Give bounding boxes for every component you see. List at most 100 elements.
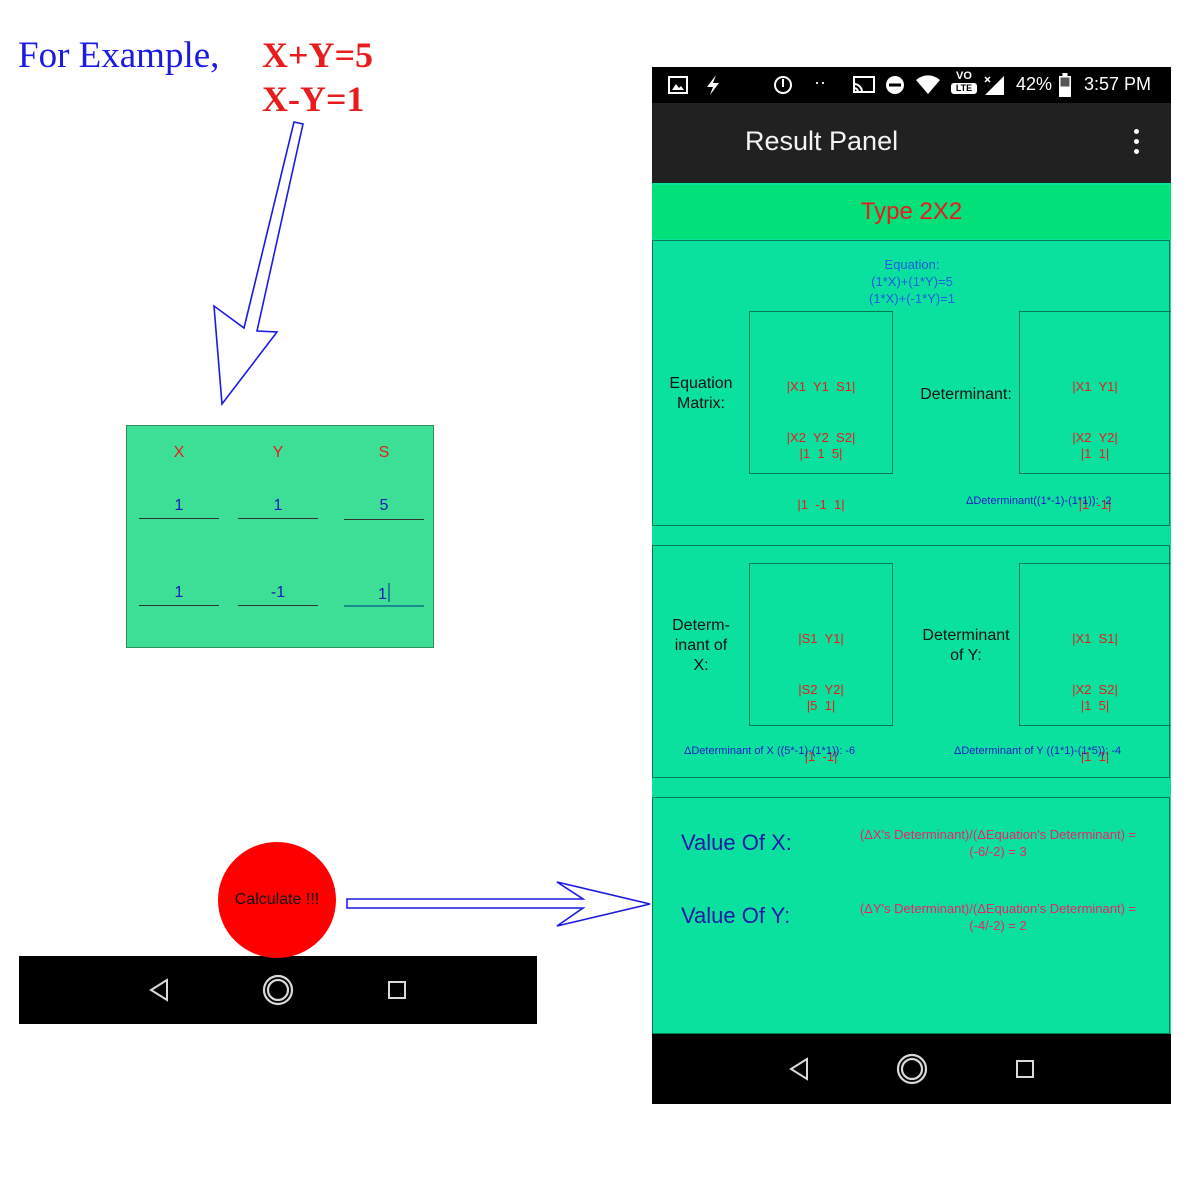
type-label: Type 2X2 [860,198,963,225]
recents-icon [388,981,407,999]
back-button[interactable] [142,973,176,1007]
input-x1-underline [139,518,219,519]
input-x2[interactable]: 1 [139,584,219,602]
determinant-y-values: |1 5| |1 1| [1020,663,1170,799]
column-header-s: S [378,444,390,461]
cell-signal-icon [984,76,1004,95]
input-s1-underline [344,519,424,520]
back-icon [148,978,168,1002]
determinant-y-value-row-1: |1 5| [1080,698,1110,713]
determinant-x-label-line-3: X: [693,657,709,674]
column-header-x: X [173,444,185,461]
overflow-menu-button[interactable] [1132,129,1140,157]
value-x-formula-line-2: (-6/-2) = 3 [969,844,1027,859]
text-cursor [387,583,390,602]
determinant-x-label: Determ- inant of X: [661,616,741,676]
values-panel: Value Of X: (ΔX's Determinant)/(ΔEquatio… [652,797,1170,1034]
determinant-label: Determinant: [920,386,1012,403]
equation-matrix-label: Equation Matrix: [661,374,741,414]
determinant-x-values: |5 1| |1 -1| [750,663,892,799]
determinant-x-label-line-2: inant of [674,637,728,654]
app-title: Result Panel [745,126,899,156]
right-arrow-icon [346,881,651,927]
input-y1-underline [238,518,318,519]
determinant-value-row-1: |1 1| [1080,446,1110,461]
result-phone-screen: ·· VO LTE 42% 3:57 PM Result Panel Type … [652,67,1171,1104]
equation-matrix-values: |1 1 5| |1 -1 1| [750,411,892,547]
determinant-x-value-row-1: |5 1| [806,698,836,713]
type-band: Type 2X2 [652,185,1171,239]
phone-back-icon [788,1057,808,1081]
determinant-x-label-line-1: Determ- [672,617,730,634]
phone-home-button[interactable] [895,1052,929,1086]
more-notifications-icon: ·· [814,72,826,92]
equation-matrix-label-line-1: Equation [669,375,733,392]
volte-top-text: VO [956,70,972,82]
input-s1[interactable]: 5 [344,497,424,515]
value-x-label: Value Of X: [681,830,792,855]
determinant-symbol-row-1: |X1 Y1| [1072,379,1118,394]
equation-matrix-value-row-1: |1 1 5| [799,446,843,461]
determinant-box: |X1 Y1| |X2 Y2| |1 1| |1 -1| [1019,311,1171,512]
value-y-label: Value Of Y: [681,903,791,928]
phone-back-button[interactable] [782,1052,816,1086]
flash-icon [707,75,719,95]
equation-line-2: (1*X)+(-1*Y)=1 [869,291,955,306]
equation-title: Equation: [884,257,940,272]
equation-matrix-symbol-row-1: |X1 Y1 S1| [786,379,856,394]
determinant-x-result: ΔDeterminant of X ((5*-1)-(1*1)): -6 [684,745,856,757]
home-button[interactable] [261,973,295,1007]
volte-icon: VO LTE [951,70,977,94]
determinant-xy-panel: Determ- inant of X: |S1 Y1| |S2 Y2| |5 1… [652,545,1171,778]
determinant-y-label: Determinant of Y: [911,626,1021,666]
equation-matrix-label-line-2: Matrix: [677,395,725,412]
calculate-button[interactable]: Calculate !!! [218,842,336,958]
input-s2-field[interactable]: 1 [344,583,424,604]
battery-icon [1059,73,1071,97]
phone-home-icon [896,1053,927,1085]
cast-icon [853,76,875,93]
determinant-y-label-line-2: of Y: [950,647,982,664]
navigation-bar [19,956,537,1024]
input-x1[interactable]: 1 [139,497,219,515]
recents-button[interactable] [380,973,414,1007]
column-header-y: Y [272,444,284,461]
input-s2: 1 [378,586,387,603]
input-s2-underline-active [344,605,424,607]
wifi-icon [916,75,940,94]
value-x-formula-line-1: (ΔX's Determinant)/(ΔEquation's Determin… [859,827,1137,842]
status-time: 3:57 PM [1084,74,1152,94]
determinant-result: ΔDeterminant((1*-1)-(1*1)): -2 [966,495,1112,507]
status-bar: ·· VO LTE 42% 3:57 PM [652,67,1171,103]
input-y2-underline [238,605,318,606]
determinant-y-label-line-1: Determinant [922,627,1010,644]
phone-navigation-bar [652,1034,1171,1104]
down-arrow-icon [213,121,304,407]
volte-bottom-text: LTE [951,83,977,94]
do-not-disturb-icon [886,76,904,94]
determinant-values: |1 1| |1 -1| [1020,411,1170,547]
determinant-x-box: |S1 Y1| |S2 Y2| |5 1| |1 -1| [749,563,893,764]
determinant-y-box: |X1 S1| |X2 S2| |1 5| |1 1| [1019,563,1171,764]
value-y-formula: (ΔY's Determinant)/(ΔEquation's Determin… [843,900,1153,934]
value-y-formula-line-2: (-4/-2) = 2 [969,918,1027,933]
phone-recents-icon [1015,1060,1034,1078]
input-y1[interactable]: 1 [238,497,318,515]
determinant-y-symbol-row-1: |X1 S1| [1072,631,1118,646]
phone-recents-button[interactable] [1008,1052,1042,1086]
equation-panel: Equation: (1*X)+(1*Y)=5 (1*X)+(-1*Y)=1 E… [652,240,1171,526]
battery-percent: 42% [1016,74,1053,94]
home-icon [262,974,294,1006]
gallery-icon [668,76,688,94]
app-bar: Result Panel [652,103,1171,183]
determinant-y-result: ΔDeterminant of Y ((1*1)-(1*5)): -4 [954,745,1122,757]
value-x-formula: (ΔX's Determinant)/(ΔEquation's Determin… [843,826,1153,860]
equation-matrix-value-row-2: |1 -1 1| [797,497,845,512]
input-y2[interactable]: -1 [238,584,318,602]
data-saver-icon [774,76,792,94]
equation-matrix-box: |X1 Y1 S1| |X2 Y2 S2| |1 1 5| |1 -1 1| [749,311,893,512]
determinant-x-symbol-row-1: |S1 Y1| [798,631,844,646]
value-y-formula-line-1: (ΔY's Determinant)/(ΔEquation's Determin… [859,901,1137,916]
input-x2-underline [139,605,219,606]
equation-line-1: (1*X)+(1*Y)=5 [871,274,953,289]
